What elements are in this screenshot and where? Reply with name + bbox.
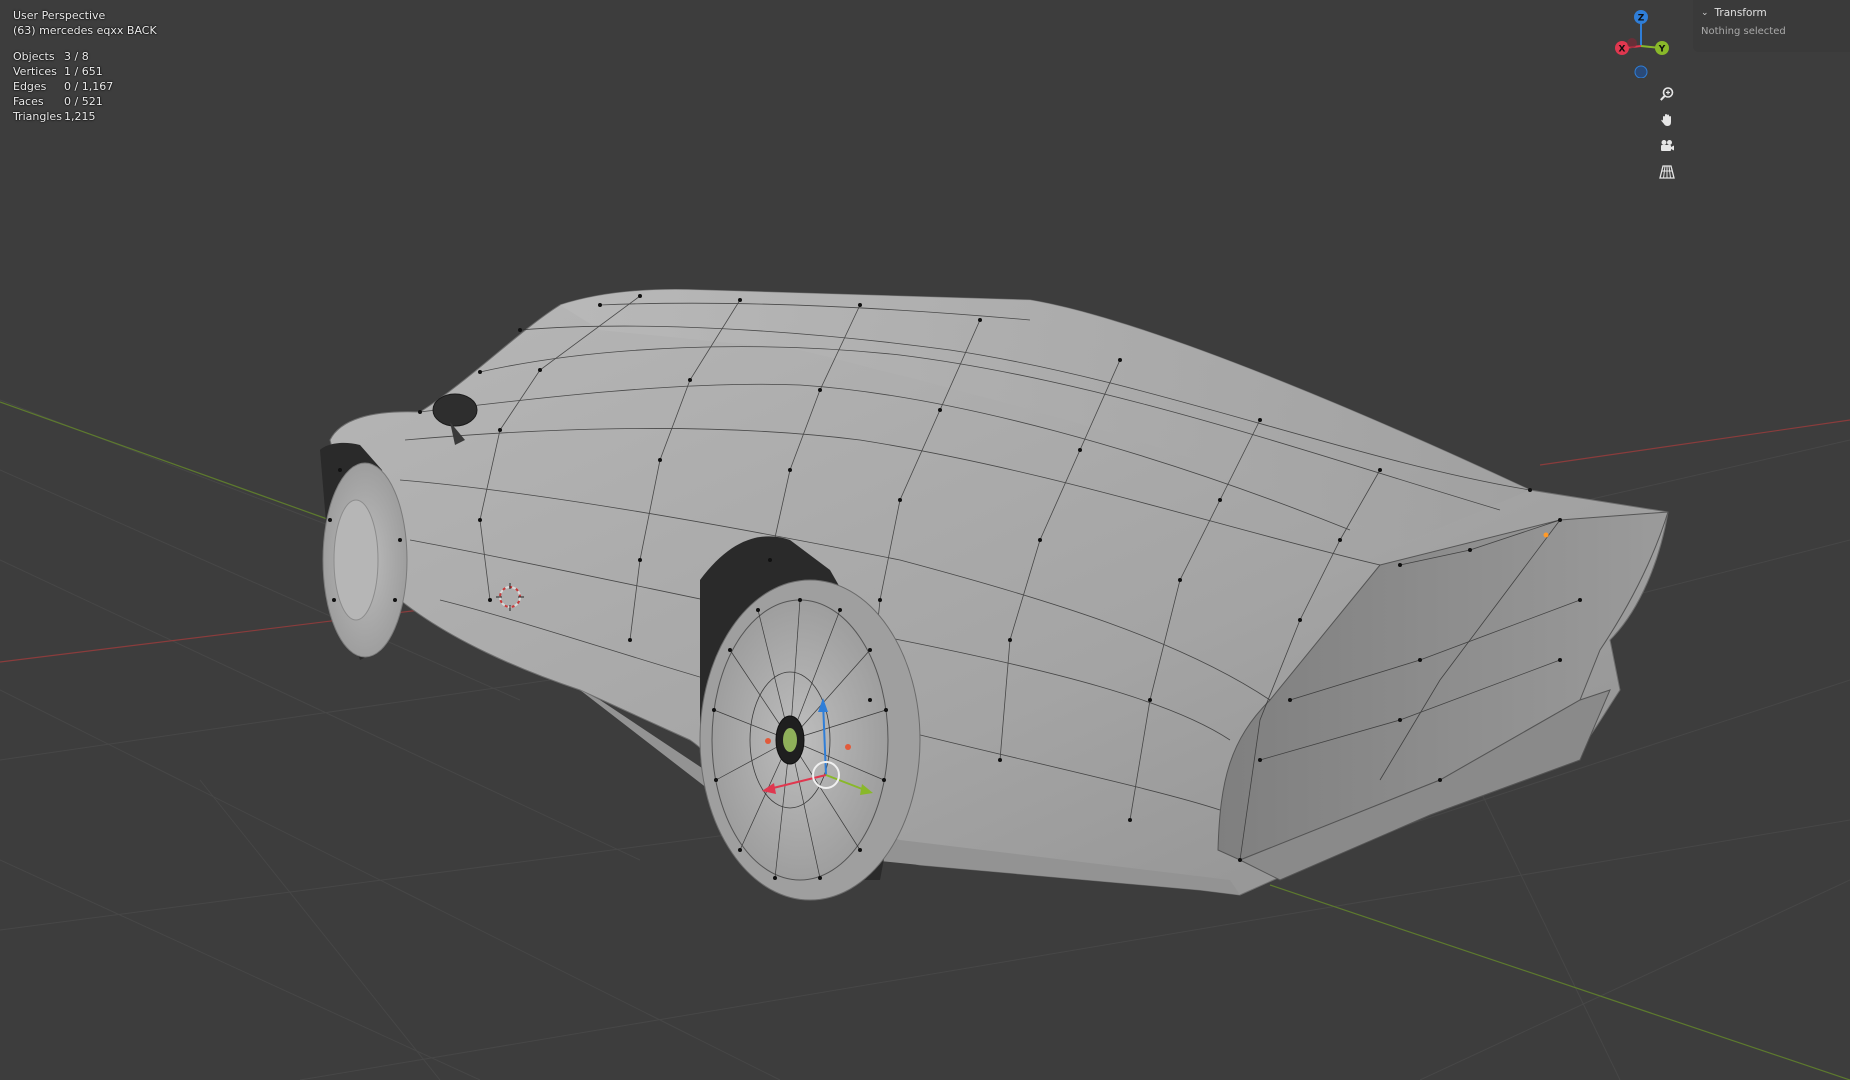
zoom-button[interactable] (1655, 82, 1679, 106)
gizmo-neg-x-axis[interactable] (1627, 38, 1637, 48)
gizmo-neg-z-axis[interactable] (1634, 65, 1648, 79)
sidebar-transform-panel: ⌄ Transform Nothing selected (1693, 0, 1850, 52)
gizmo-x-label: X (1619, 45, 1626, 55)
stat-value: 3 / 8 (64, 50, 89, 63)
view-name: User Perspective (13, 9, 106, 22)
selected-vertex (1543, 532, 1549, 538)
stat-value: 0 / 521 (64, 95, 103, 108)
scene-statistics: Objects 3 / 8 Vertices 1 / 651 Edges 0 /… (13, 49, 157, 124)
stat-row-objects: Objects 3 / 8 (13, 49, 157, 64)
stat-label: Vertices (13, 65, 57, 78)
stat-row-vertices: Vertices 1 / 651 (13, 64, 157, 79)
transform-panel-header[interactable]: ⌄ Transform (1693, 0, 1850, 26)
car-mesh[interactable] (320, 289, 1669, 901)
gizmo-z-label: Z (1638, 14, 1645, 24)
viewport-navigation-buttons (1653, 82, 1681, 186)
camera-icon (1661, 140, 1674, 151)
viewport-info-overlay: User Perspective (63) mercedes eqxx BACK… (13, 8, 157, 124)
stat-value: 0 / 1,167 (64, 80, 114, 93)
stat-label: Objects (13, 50, 55, 63)
stat-row-edges: Edges 0 / 1,167 (13, 79, 157, 94)
stat-value: 1 / 651 (64, 65, 103, 78)
stat-label: Edges (13, 80, 47, 93)
front-wheel-hub (333, 499, 379, 621)
stat-value: 1,215 (64, 110, 96, 123)
chevron-down-icon: ⌄ (1701, 8, 1709, 18)
camera-view-button[interactable] (1655, 134, 1679, 158)
3d-viewport[interactable] (0, 0, 1850, 1080)
navigation-gizmo[interactable]: Z X Y (1612, 8, 1672, 79)
pan-hand-icon (1661, 114, 1671, 126)
stat-label: Triangles (13, 110, 62, 123)
side-mirror (432, 393, 478, 427)
stat-row-faces: Faces 0 / 521 (13, 94, 157, 109)
gizmo-y-label: Y (1658, 45, 1666, 55)
stat-label: Faces (13, 95, 44, 108)
perspective-grid-icon (1659, 165, 1675, 179)
zoom-icon (1660, 87, 1674, 101)
pan-button[interactable] (1655, 108, 1679, 132)
panel-title: Transform (1714, 7, 1767, 19)
viewport-canvas[interactable] (0, 0, 1850, 1080)
stat-row-triangles: Triangles 1,215 (13, 109, 157, 124)
perspective-toggle-button[interactable] (1655, 160, 1679, 184)
panel-body-text: Nothing selected (1701, 26, 1786, 37)
active-object-label: (63) mercedes eqxx BACK (13, 24, 157, 37)
